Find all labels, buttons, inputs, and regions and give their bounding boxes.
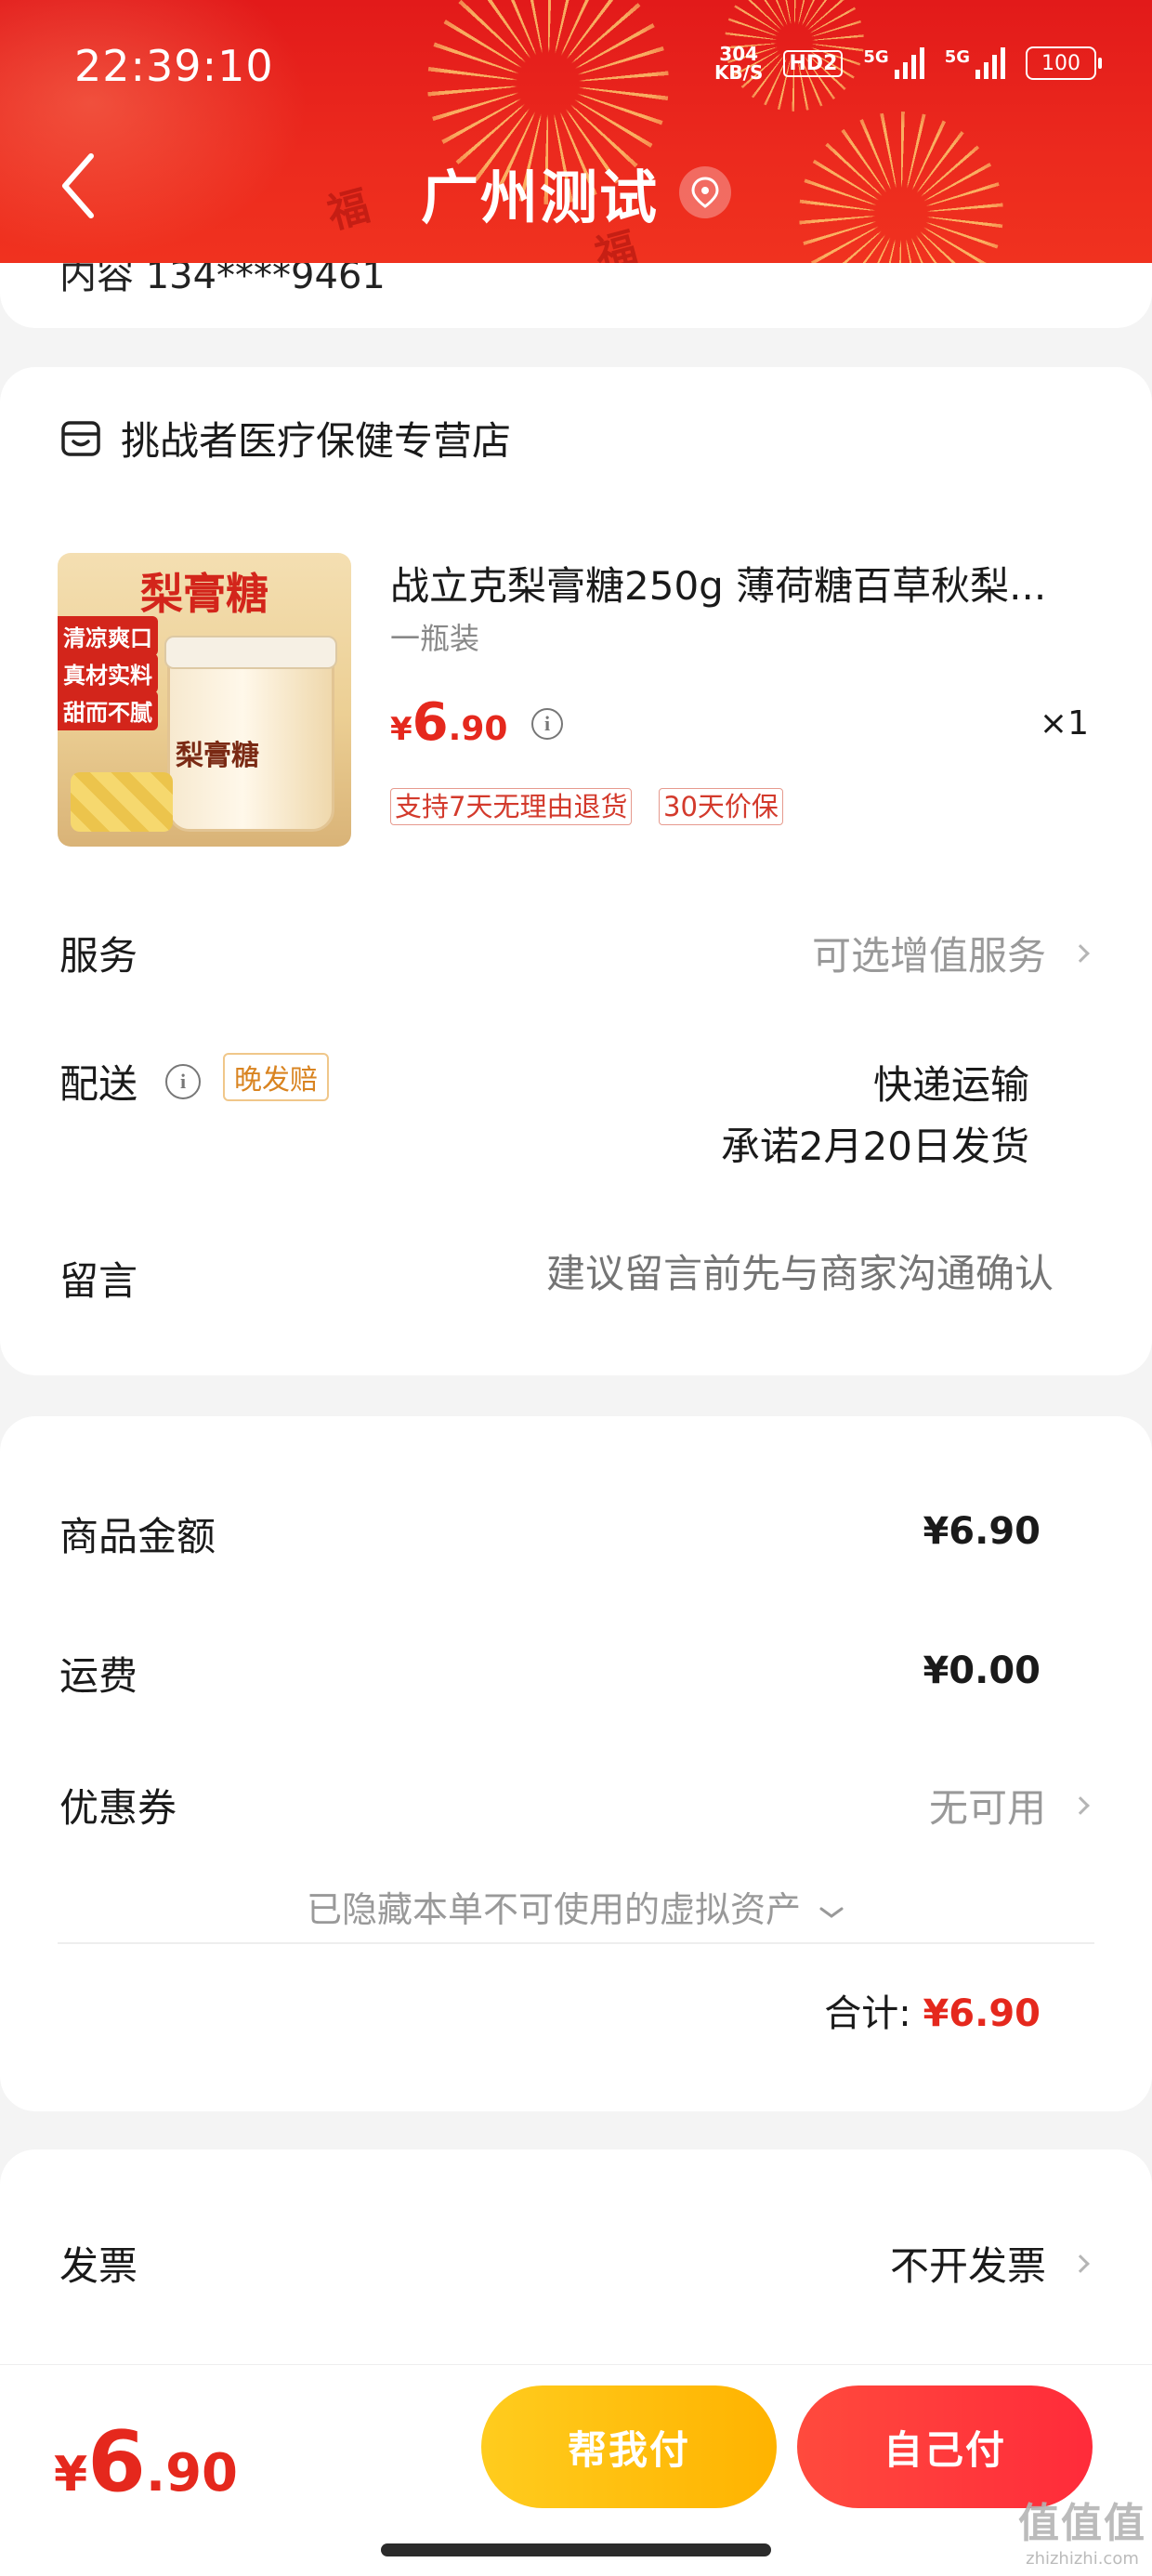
battery-icon: 100 [1026,46,1102,80]
candy-cubes [71,772,173,832]
shop-icon [61,420,100,456]
chevron-right-icon [1071,943,1090,963]
subtotal-label: 合计: [824,1992,911,2035]
header-title-group: 广州测试 [421,151,731,234]
invoice-row[interactable]: 不开发票 [889,2235,1090,2292]
product-spec: 一瓶装 [390,621,480,656]
delivery-method: 快递运输 [872,1062,1029,1108]
watermark: 值值值 zhizhizhi.com [1018,2500,1146,2569]
message-label: 留言 [59,1258,138,1304]
late-compensation-tag: 晚发赔 [223,1053,329,1101]
location-pin-icon [691,177,719,208]
service-label: 服务 [59,933,138,979]
shipping-value: ¥0.00 [923,1649,1041,1692]
delivery-label: 配送 [59,1061,138,1107]
service-value: 可选增值服务 [811,933,1046,979]
status-time: 22:39:10 [74,41,274,91]
product-title[interactable]: 战立克梨膏糖250g 薄荷糖百草秋梨... [390,555,1087,611]
chevron-down-icon [819,1907,844,1918]
signal-icon: 5G [945,47,1005,79]
home-indicator[interactable] [381,2543,771,2556]
help-pay-button[interactable]: 帮我付 [481,2385,777,2508]
bottom-total-price: ¥6.90 [54,2413,239,2511]
product-quantity: ×1 [1039,704,1089,743]
return-badge: 支持7天无理由退货 [390,788,633,825]
image-tag: 甜而不腻 [58,690,158,730]
coupon-label: 优惠券 [59,1785,177,1831]
divider [58,1942,1094,1944]
image-tag: 真材实料 [58,653,158,693]
goods-amount-value: ¥6.90 [923,1510,1041,1553]
page-title: 广州测试 [420,164,659,231]
network-speed: 304 KB/S [713,43,764,84]
store-name: 挑战者医疗保健专营店 [121,418,512,464]
product-price: ¥6.90 i [390,692,563,753]
coupon-row[interactable]: 无可用 [928,1777,1090,1833]
bottom-pay-bar: ¥6.90 帮我付 自己付 值值值 zhizhizhi.com [0,2364,1152,2576]
service-row[interactable]: 可选增值服务 [811,925,1090,981]
store-name-row[interactable]: 挑战者医疗保健专营店 [59,410,511,467]
invoice-value: 不开发票 [889,2243,1046,2289]
subtotal-row: 合计: ¥6.90 [824,1983,1041,2037]
goods-amount-label: 商品金额 [59,1514,216,1559]
coupon-value: 无可用 [928,1785,1046,1831]
delivery-promise: 承诺2月20日发货 [720,1124,1029,1169]
candy-jar: 梨膏糖 [164,636,337,832]
hidden-assets-toggle[interactable]: 已隐藏本单不可使用的虚拟资产 [0,1881,1152,1932]
price-protect-badge: 30天价保 [659,788,783,825]
image-tag: 清凉爽口 [58,616,158,656]
shipping-label: 运费 [59,1653,138,1699]
chevron-right-icon [1071,2254,1090,2273]
info-icon[interactable]: i [531,708,563,740]
location-button[interactable] [679,166,731,218]
signal-icon: 5G [863,47,924,79]
info-icon[interactable]: i [165,1064,201,1099]
hd-icon: HD2 [783,49,844,77]
status-icons: 304 KB/S HD2 5G 5G 100 [713,43,1102,84]
order-card [0,367,1152,1375]
header-bar: 福 福 22:39:10 304 KB/S HD2 5G 5G 100 广州测试 [0,0,1152,263]
invoice-label: 发票 [59,2243,138,2289]
product-image[interactable]: 梨膏糖 清凉爽口 真材实料 甜而不腻 梨膏糖 [58,553,351,847]
chevron-right-icon [1071,1795,1090,1815]
message-input[interactable] [422,1236,1054,1310]
subtotal-value: ¥6.90 [923,1992,1041,2035]
delivery-info[interactable]: 快递运输 承诺2月20日发货 [721,1055,1029,1177]
